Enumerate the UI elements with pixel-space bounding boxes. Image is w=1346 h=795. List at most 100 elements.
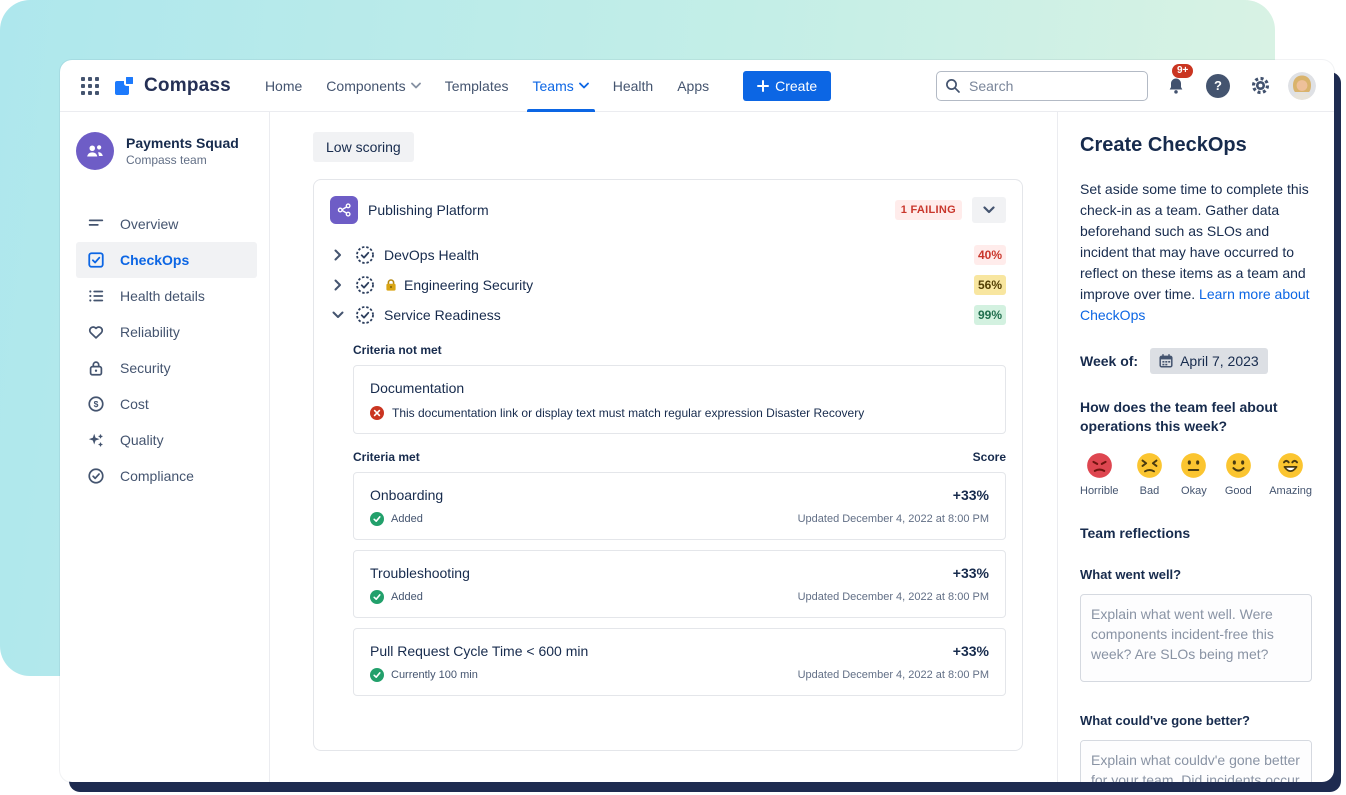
sidebar-item-cost[interactable]: $ Cost — [76, 386, 257, 422]
sidebar-item-compliance[interactable]: Compliance — [76, 458, 257, 494]
emoji-horrible-icon — [1086, 452, 1113, 479]
criterion-card-documentation: Documentation This documentation link or… — [353, 365, 1006, 434]
mood-option-amazing[interactable]: Amazing — [1269, 452, 1312, 497]
scorecard-circle-check-icon — [355, 245, 375, 265]
help-icon: ? — [1206, 74, 1230, 98]
criteria-not-met-label: Criteria not met — [353, 343, 1006, 357]
chevron-down-icon — [983, 206, 995, 214]
scorecard-row-devops-health[interactable]: DevOps Health 40% — [330, 240, 1006, 270]
top-navigation-bar: Compass Home Components Templates Teams … — [60, 60, 1334, 112]
score-column-label: Score — [973, 450, 1006, 464]
mood-option-good[interactable]: Good — [1225, 452, 1252, 497]
bell-icon — [1166, 76, 1186, 96]
compass-logo-icon — [114, 75, 136, 97]
sidebar: Payments Squad Compass team Overview Che… — [60, 112, 270, 782]
mood-option-horrible[interactable]: Horrible — [1080, 452, 1119, 497]
week-date-value: April 7, 2023 — [1180, 353, 1259, 369]
chevron-right-icon[interactable] — [330, 279, 346, 291]
scorecard-row-service-readiness[interactable]: Service Readiness 99% — [330, 300, 1006, 330]
score-badge: 99% — [974, 305, 1006, 325]
nav-item-apps[interactable]: Apps — [665, 60, 721, 112]
checkops-icon — [86, 250, 106, 270]
calendar-icon — [1159, 354, 1173, 368]
chevron-down-icon — [579, 82, 589, 89]
nav-right-cluster: 9+ ? — [936, 71, 1316, 101]
criterion-updated: Updated December 4, 2022 at 8:00 PM — [798, 669, 989, 681]
notification-count-badge: 9+ — [1172, 64, 1193, 78]
gold-lock-icon — [384, 278, 398, 292]
sidebar-item-reliability[interactable]: Reliability — [76, 314, 257, 350]
went-well-textarea[interactable] — [1080, 594, 1312, 682]
team-reflections-title: Team reflections — [1080, 525, 1312, 541]
avatar-photo — [1288, 72, 1316, 100]
chevron-right-icon[interactable] — [330, 249, 346, 261]
nav-item-health[interactable]: Health — [601, 60, 665, 112]
sidebar-item-checkops[interactable]: CheckOps — [76, 242, 257, 278]
criterion-updated: Updated December 4, 2022 at 8:00 PM — [798, 591, 989, 603]
collapse-card-button[interactable] — [972, 197, 1006, 223]
create-button[interactable]: Create — [743, 71, 831, 101]
search-input[interactable] — [936, 71, 1148, 101]
mood-option-bad[interactable]: Bad — [1136, 452, 1163, 497]
criterion-card-troubleshooting: Troubleshooting +33% Added Updated Decem… — [353, 550, 1006, 618]
team-avatar — [76, 132, 114, 170]
team-name: Payments Squad — [126, 135, 239, 151]
week-date-picker[interactable]: April 7, 2023 — [1150, 348, 1268, 374]
quality-sparkle-icon — [86, 430, 106, 450]
criterion-score: +33% — [953, 643, 989, 659]
scorecard-circle-check-icon — [355, 275, 375, 295]
gone-better-textarea[interactable] — [1080, 740, 1312, 782]
criterion-status: Added — [391, 513, 423, 525]
chevron-down-icon — [411, 82, 421, 89]
week-of-row: Week of: April 7, 2023 — [1080, 348, 1312, 374]
people-icon — [84, 140, 106, 162]
scorecard-row-engineering-security[interactable]: Engineering Security 56% — [330, 270, 1006, 300]
mood-selector: Horrible Bad — [1080, 452, 1312, 497]
nav-item-teams[interactable]: Teams — [521, 60, 601, 112]
nav-item-templates[interactable]: Templates — [433, 60, 521, 112]
component-title[interactable]: Publishing Platform — [368, 202, 489, 218]
chevron-down-icon[interactable] — [330, 311, 346, 319]
success-check-icon — [370, 668, 384, 682]
help-button[interactable]: ? — [1204, 72, 1232, 100]
mood-option-okay[interactable]: Okay — [1180, 452, 1207, 497]
criterion-title: Documentation — [370, 380, 989, 396]
score-badge: 40% — [974, 245, 1006, 265]
error-x-icon — [370, 406, 384, 420]
compass-logo[interactable]: Compass — [114, 75, 231, 97]
notifications-button[interactable]: 9+ — [1162, 72, 1190, 100]
emoji-bad-icon — [1136, 452, 1163, 479]
component-scorecard-card: Publishing Platform 1 FAILING DevOps Hea… — [313, 179, 1023, 751]
plus-icon — [757, 80, 769, 92]
security-lock-icon — [86, 358, 106, 378]
nav-item-components[interactable]: Components — [314, 60, 432, 112]
team-meta: Payments Squad Compass team — [126, 135, 239, 167]
criterion-title: Onboarding — [370, 487, 443, 503]
criterion-score: +33% — [953, 487, 989, 503]
app-switcher-icon[interactable] — [76, 72, 104, 100]
user-avatar[interactable] — [1288, 72, 1316, 100]
sidebar-item-health-details[interactable]: Health details — [76, 278, 257, 314]
sidebar-item-overview[interactable]: Overview — [76, 206, 257, 242]
success-check-icon — [370, 590, 384, 604]
criterion-title: Troubleshooting — [370, 565, 470, 581]
criterion-status: Added — [391, 591, 423, 603]
nav-item-home[interactable]: Home — [253, 60, 314, 112]
criterion-score: +33% — [953, 565, 989, 581]
sidebar-item-security[interactable]: Security — [76, 350, 257, 386]
compliance-check-icon — [86, 466, 106, 486]
emoji-amazing-icon — [1277, 452, 1304, 479]
sidebar-item-quality[interactable]: Quality — [76, 422, 257, 458]
failing-badge: 1 FAILING — [895, 200, 962, 220]
search-box — [936, 71, 1148, 101]
create-checkops-panel: Create CheckOps Set aside some time to c… — [1057, 112, 1334, 782]
week-of-label: Week of: — [1080, 353, 1138, 369]
criterion-card-onboarding: Onboarding +33% Added Updated December 4… — [353, 472, 1006, 540]
settings-button[interactable] — [1246, 72, 1274, 100]
health-details-icon — [86, 286, 106, 306]
main-content: Low scoring Publishing Platform 1 FAILIN… — [270, 112, 1057, 782]
team-header[interactable]: Payments Squad Compass team — [76, 132, 257, 170]
low-scoring-chip[interactable]: Low scoring — [313, 132, 414, 162]
emoji-good-icon — [1225, 452, 1252, 479]
gear-icon — [1250, 75, 1271, 96]
